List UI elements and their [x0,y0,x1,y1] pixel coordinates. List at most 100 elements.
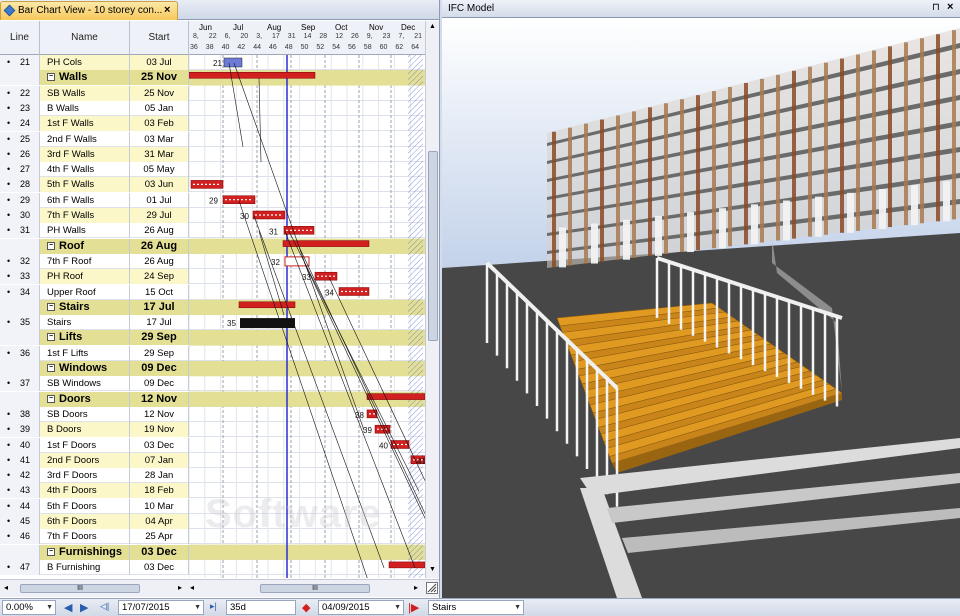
row-bullet-icon[interactable]: • [7,101,10,116]
name-cell[interactable]: SB Windows [40,376,130,392]
summary-bar[interactable] [189,72,316,79]
row-bullet-icon[interactable]: • [7,193,10,208]
row-bullet-icon[interactable]: • [7,269,10,284]
end-date-field[interactable]: 04/09/2015 ▼ [318,600,404,615]
column-header-start[interactable]: Start [130,21,189,55]
row-bullet-icon[interactable]: • [7,514,10,529]
start-cell[interactable]: 17 Jul [130,315,189,331]
row-bullet-icon[interactable]: • [7,86,10,101]
name-cell[interactable]: B Furnishing [40,559,130,575]
start-cell[interactable]: 03 Jul [130,55,189,70]
start-cell[interactable]: 31 Mar [130,146,189,162]
tab-bar-chart-view[interactable]: Bar Chart View - 10 storey con... × [0,1,178,20]
name-cell[interactable]: 2nd F Doors [40,452,130,468]
name-cell[interactable]: 1st F Doors [40,437,130,453]
zoom-select[interactable]: 0.00% ▼ [2,600,56,615]
name-cell[interactable]: − Roof [40,238,130,254]
row-bullet-icon[interactable]: • [7,116,10,131]
start-cell[interactable]: 07 Jan [130,452,189,468]
name-cell[interactable]: − Windows [40,361,130,376]
row-bullet-icon[interactable]: • [7,346,10,361]
start-cell[interactable]: 05 May [130,162,189,178]
start-cell[interactable]: 03 Jun [130,177,189,193]
start-cell[interactable]: 15 Oct [130,284,189,300]
name-cell[interactable]: − Lifts [40,330,130,346]
row-bullet-icon[interactable]: • [7,407,10,422]
start-cell[interactable]: 19 Nov [130,422,189,438]
name-cell[interactable]: 7th F Walls [40,208,130,223]
start-cell[interactable]: 03 Dec [130,437,189,453]
start-cell[interactable]: 03 Feb [130,116,189,132]
collapse-icon[interactable]: − [47,241,55,250]
row-bullet-icon[interactable]: • [7,438,10,453]
summary-bar[interactable] [388,561,425,569]
start-cell[interactable]: 03 Mar [130,131,189,147]
name-cell[interactable]: 5th F Walls [40,177,130,193]
name-cell[interactable]: 1st F Lifts [40,345,130,361]
start-cell[interactable]: 26 Aug [130,238,189,254]
start-cell[interactable]: 09 Dec [130,361,189,376]
task-bar[interactable] [223,57,243,68]
collapse-icon[interactable]: − [47,333,55,342]
close-icon[interactable]: × [164,4,170,16]
row-bullet-icon[interactable]: • [7,560,10,575]
row-bullet-icon[interactable]: • [7,453,10,468]
duration-field[interactable]: 35d [226,600,296,615]
name-cell[interactable]: Upper Roof [40,284,130,300]
name-cell[interactable]: 6th F Doors [40,514,130,529]
row-bullet-icon[interactable]: • [7,162,10,177]
name-cell[interactable]: 1st F Walls [40,116,130,132]
name-cell[interactable]: 3rd F Walls [40,146,130,162]
start-cell[interactable]: 04 Apr [130,514,189,529]
name-cell[interactable]: 7th F Doors [40,529,130,545]
scroll-left-icon[interactable]: ◂ [190,583,194,592]
start-cell[interactable]: 26 Aug [130,223,189,239]
row-bullet-icon[interactable]: • [7,208,10,223]
row-bullet-icon[interactable]: • [7,132,10,147]
arrow-left-icon[interactable]: ◀ [64,601,72,614]
arrow-right-icon[interactable]: ▶ [80,601,88,614]
start-cell[interactable]: 03 Dec [130,559,189,575]
start-cell[interactable]: 17 Jul [130,299,189,315]
start-cell[interactable]: 29 Sep [130,330,189,346]
start-cell[interactable]: 03 Dec [130,544,189,560]
vertical-scrollbar[interactable]: ▲ ▼ [425,21,439,578]
collapse-icon[interactable]: − [47,364,55,373]
name-cell[interactable]: 3rd F Doors [40,468,130,484]
name-cell[interactable]: SB Doors [40,406,130,422]
start-date-field[interactable]: 17/07/2015 ▼ [118,600,204,615]
name-cell[interactable]: 4th F Doors [40,483,130,499]
name-cell[interactable]: PH Roof [40,269,130,285]
start-cell[interactable]: 09 Dec [130,376,189,392]
start-cell[interactable]: 12 Nov [130,406,189,422]
row-bullet-icon[interactable]: • [7,147,10,162]
scroll-right-icon[interactable]: ▸ [178,583,182,592]
row-bullet-icon[interactable]: • [7,285,10,300]
row-bullet-icon[interactable]: • [7,376,10,391]
3d-viewport[interactable] [442,18,960,598]
row-bullet-icon[interactable]: • [7,177,10,192]
row-bullet-icon[interactable]: • [7,499,10,514]
scroll-left-icon[interactable]: ◂ [4,583,8,592]
start-cell[interactable]: 29 Jul [130,208,189,223]
close-icon[interactable]: × [947,1,953,13]
name-cell[interactable]: 6th F Walls [40,192,130,208]
name-cell[interactable]: 5th F Doors [40,498,130,514]
name-cell[interactable]: − Stairs [40,299,130,315]
start-cell[interactable]: 25 Apr [130,529,189,545]
row-bullet-icon[interactable]: • [7,483,10,498]
row-bullet-icon[interactable]: • [7,468,10,483]
start-cell[interactable]: 24 Sep [130,269,189,285]
scroll-right-icon[interactable]: ▸ [414,583,418,592]
name-cell[interactable]: SB Walls [40,85,130,101]
start-cell[interactable]: 26 Aug [130,253,189,269]
scroll-down-icon[interactable]: ▼ [429,566,436,573]
column-header-name[interactable]: Name [40,21,130,55]
row-bullet-icon[interactable]: • [7,254,10,269]
name-cell[interactable]: B Walls [40,100,130,116]
column-header-line[interactable]: Line [0,21,40,55]
collapse-icon[interactable]: − [47,547,55,556]
row-bullet-icon[interactable]: • [7,422,10,437]
name-cell[interactable]: 4th F Walls [40,162,130,178]
resize-grip-icon[interactable] [426,582,438,594]
